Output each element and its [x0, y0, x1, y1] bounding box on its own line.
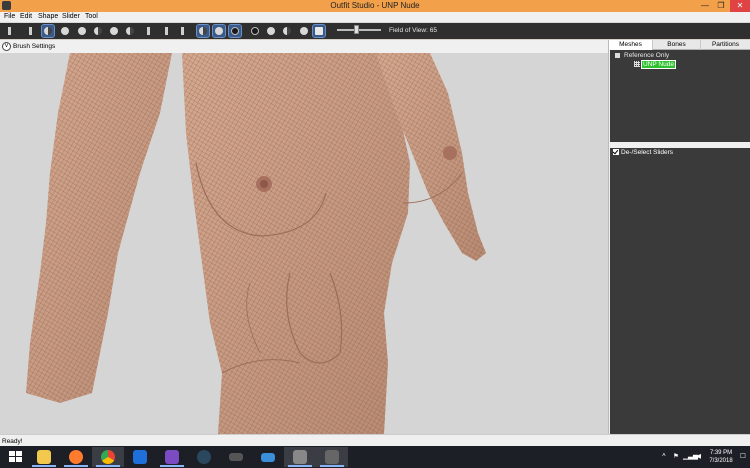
tree-root-row[interactable]: Reference Only [615, 52, 669, 59]
mesh-render [26, 53, 486, 434]
maximize-button[interactable]: ❐ [712, 0, 730, 12]
smooth-brush-icon[interactable] [108, 25, 120, 37]
fov-label: Field of View: 65 [389, 27, 437, 34]
color-brush-icon[interactable] [142, 25, 154, 37]
sliders-header: De-/Select Sliders [610, 148, 750, 158]
menu-edit[interactable]: Edit [20, 13, 32, 20]
tray-flag-icon[interactable]: ⚑ [673, 452, 679, 460]
tray-volume-icon[interactable]: ◀ [696, 452, 701, 460]
view-perspective-icon[interactable] [298, 25, 310, 37]
menu-tool[interactable]: Tool [85, 13, 98, 20]
pen-tool-icon[interactable] [176, 25, 188, 37]
taskbar-app-5[interactable] [188, 447, 220, 467]
steam-icon [197, 450, 211, 464]
taskbar-app-1[interactable] [60, 447, 92, 467]
view-back-icon[interactable] [281, 25, 293, 37]
brush-settings-bar: v Brush Settings [0, 40, 608, 53]
panel-tabs: Meshes Bones Partitions [609, 40, 750, 50]
toolbar [0, 23, 750, 39]
vr-headset-icon [261, 453, 275, 462]
clock-date: 7/3/2018 [709, 458, 733, 464]
taskbar-app-2[interactable] [92, 447, 124, 467]
bodyslide-icon [325, 450, 339, 464]
select-sliders-checkbox[interactable] [613, 149, 619, 156]
view-front-icon[interactable] [249, 25, 261, 37]
taskbar-app-6[interactable] [220, 447, 252, 467]
inflate-brush-icon[interactable] [59, 25, 71, 37]
chrome-icon [101, 450, 115, 464]
tray-chevron-icon[interactable]: ˄ [662, 452, 666, 459]
menu-slider[interactable]: Slider [62, 13, 80, 20]
collapse-icon[interactable] [615, 52, 620, 58]
taskbar-clock[interactable]: 7:39 PM 7/3/2018 [703, 449, 739, 465]
file-explorer-icon [37, 450, 51, 464]
tab-bones[interactable]: Bones [653, 40, 701, 50]
mesh-tree: Reference Only UNP Nude [610, 50, 750, 142]
mirror-z-icon[interactable] [228, 24, 242, 38]
fov-slider-track[interactable] [337, 29, 381, 31]
transform-tool-icon[interactable] [24, 25, 36, 37]
taskbar-app-4[interactable] [156, 447, 188, 467]
close-button[interactable]: ✕ [730, 0, 750, 12]
outfit-studio-icon [293, 450, 307, 464]
brush-settings-label[interactable]: Brush Settings [13, 43, 55, 50]
mesh-label[interactable]: UNP Nude [641, 60, 676, 69]
sliders-header-label[interactable]: De-/Select Sliders [621, 149, 673, 156]
menu-bar: File Edit Shape Slider Tool [0, 12, 750, 23]
move-brush-icon[interactable] [92, 25, 104, 37]
taskbar-app-3[interactable] [124, 447, 156, 467]
shield-app-icon [133, 450, 147, 464]
menu-file[interactable]: File [4, 13, 15, 20]
taskbar-app-8[interactable] [284, 447, 316, 467]
notifications-icon[interactable]: ☐ [740, 452, 746, 460]
fov-slider-thumb[interactable] [354, 25, 359, 34]
right-panel: Meshes Bones Partitions Reference Only U… [608, 40, 750, 434]
taskbar-app-7[interactable] [252, 447, 284, 467]
menu-shape[interactable]: Shape [38, 13, 58, 20]
status-bar: Ready! [0, 434, 750, 446]
deflate-brush-icon[interactable] [76, 25, 88, 37]
tree-mesh-row[interactable]: UNP Nude [634, 60, 676, 69]
window-title: Outfit Studio - UNP Nude [330, 1, 420, 10]
gamepad-icon [229, 453, 243, 461]
taskbar-app-9[interactable] [316, 447, 348, 467]
3d-viewport[interactable] [0, 53, 608, 434]
weight-brush-icon[interactable] [124, 25, 136, 37]
clock-time: 7:39 PM [709, 450, 733, 456]
view-side-icon[interactable] [265, 25, 277, 37]
tab-meshes[interactable]: Meshes [609, 40, 653, 50]
pivot-tool-icon[interactable] [160, 25, 172, 37]
mask-brush-icon[interactable] [41, 24, 55, 38]
select-tool-icon[interactable] [3, 25, 15, 37]
sliders-list[interactable] [610, 158, 750, 434]
body-mesh [26, 53, 486, 434]
taskbar-app-0[interactable] [28, 447, 60, 467]
chevron-down-icon[interactable]: v [2, 42, 11, 51]
visual-studio-icon [165, 450, 179, 464]
tab-partitions[interactable]: Partitions [701, 40, 750, 50]
mirror-y-icon[interactable] [212, 24, 226, 38]
taskbar: ˄ ⚑ ▁▃▅ ◀ 7:39 PM 7/3/2018 ☐ [0, 446, 750, 468]
tree-root-label: Reference Only [624, 52, 670, 59]
status-text: Ready! [2, 438, 23, 445]
title-bar: Outfit Studio - UNP Nude — ❐ ✕ [0, 0, 750, 12]
wireframe-toggle-icon[interactable] [312, 24, 326, 38]
firefox-icon [69, 450, 83, 464]
mirror-x-icon[interactable] [196, 24, 210, 38]
mesh-grid-icon [634, 61, 640, 68]
